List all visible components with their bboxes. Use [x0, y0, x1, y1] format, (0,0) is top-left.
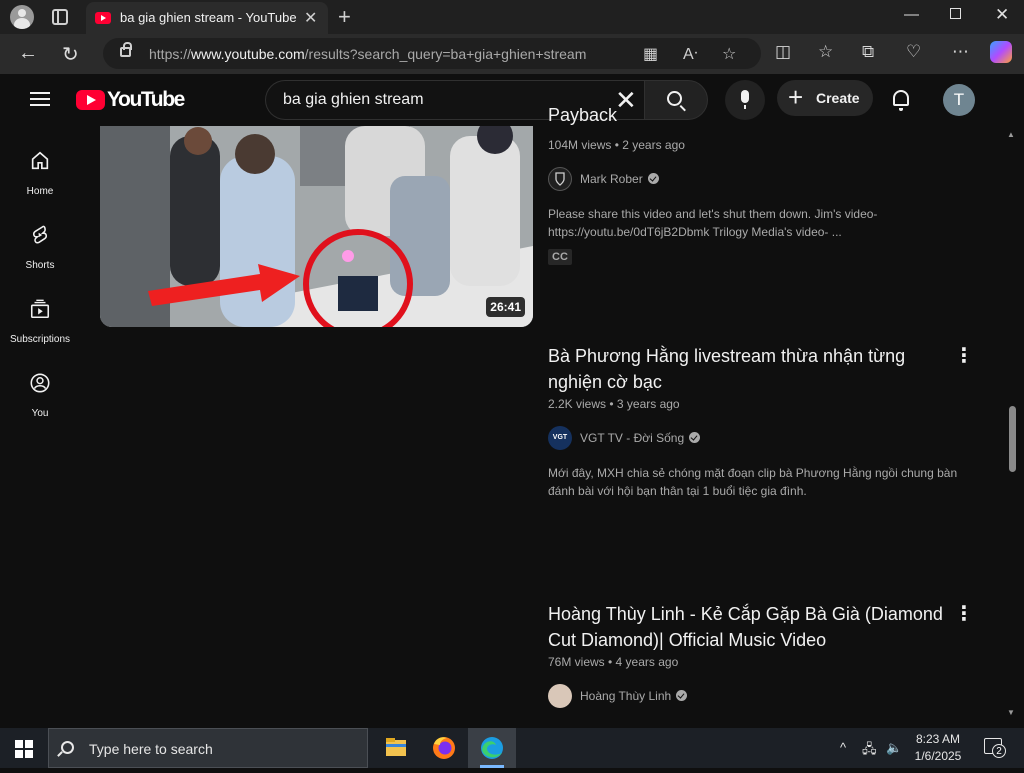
clock-time: 8:23 AM: [915, 732, 961, 746]
browser-tab-active[interactable]: ba gia ghien stream - YouTube ✕: [86, 2, 328, 34]
immersive-reader-icon[interactable]: ▦: [643, 44, 658, 64]
video-meta: 76M views • 4 years ago: [548, 655, 679, 669]
youtube-logo-icon[interactable]: [76, 90, 105, 110]
search-icon: [61, 741, 74, 754]
favorite-star-icon[interactable]: ☆: [722, 44, 736, 64]
more-actions-icon[interactable]: [954, 343, 974, 368]
channel-name[interactable]: Mark Rober: [580, 172, 659, 186]
restore-button[interactable]: [950, 8, 961, 19]
scroll-up-icon[interactable]: ▲: [1007, 130, 1015, 139]
video-meta: 2.2K views • 3 years ago: [548, 397, 680, 411]
scroll-down-icon[interactable]: ▼: [1007, 708, 1015, 717]
file-explorer-icon: [386, 738, 406, 756]
profile-icon[interactable]: [10, 5, 34, 29]
back-button[interactable]: ←: [18, 42, 38, 65]
video-description: Please share this video and let's shut t…: [548, 207, 878, 239]
browser-tab-strip: ba gia ghien stream - YouTube ✕ + — ✕: [0, 0, 1024, 34]
home-icon: [31, 151, 49, 170]
video-thumbnail[interactable]: 26:41: [100, 126, 533, 327]
channel-avatar[interactable]: [548, 684, 572, 708]
youtube-favicon-icon: [95, 12, 111, 24]
address-bar[interactable]: https://www.youtube.com/results?search_q…: [103, 38, 761, 69]
read-aloud-icon[interactable]: Aᐧ: [683, 44, 698, 64]
you-icon: [30, 373, 50, 393]
sidebar-item-label: Home: [26, 186, 54, 197]
plus-icon: +: [788, 82, 804, 112]
channel-name[interactable]: Hoàng Thùy Linh: [580, 689, 688, 703]
favorites-icon[interactable]: ☆: [818, 42, 833, 62]
create-label: Create: [816, 90, 860, 106]
video-title-partial[interactable]: Payback: [548, 108, 948, 128]
more-actions-icon[interactable]: [954, 601, 974, 626]
search-query[interactable]: ba gia ghien stream: [283, 91, 424, 109]
cc-badge: CC: [548, 249, 572, 265]
network-icon[interactable]: 🖧: [862, 740, 877, 762]
verified-badge-icon: [647, 173, 659, 184]
page-scrollbar[interactable]: ▲ ▼: [1005, 126, 1019, 724]
show-hidden-icons-icon[interactable]: ^: [840, 740, 846, 755]
windows-taskbar: Type here to search ^ 🖧 🔈 8:23 AM 1/6/20…: [0, 728, 1024, 768]
settings-more-icon[interactable]: ⋯: [952, 42, 969, 62]
youtube-logo-text[interactable]: YouTube: [107, 88, 185, 112]
menu-icon[interactable]: [30, 92, 50, 106]
subscriptions-icon: [30, 299, 50, 319]
verified-badge-icon: [676, 690, 688, 701]
notifications-bell-icon[interactable]: [893, 90, 909, 111]
scrollbar-thumb[interactable]: [1009, 406, 1016, 472]
guide-sidebar: Home Shorts Subscriptions You: [0, 126, 80, 724]
video-duration: 26:41: [486, 297, 525, 317]
lock-icon[interactable]: [120, 42, 132, 57]
edge-button[interactable]: [468, 728, 516, 768]
video-meta: 104M views • 2 years ago: [548, 138, 685, 152]
sidebar-item-shorts[interactable]: Shorts: [0, 220, 80, 290]
channel-name[interactable]: VGT TV - Đời Sống: [580, 431, 701, 445]
url-text[interactable]: https://www.youtube.com/results?search_q…: [149, 46, 586, 62]
sidebar-item-label: Subscriptions: [9, 334, 71, 345]
minimize-button[interactable]: —: [904, 6, 919, 23]
sidebar-item-you[interactable]: You: [0, 368, 80, 438]
search-icon: [667, 91, 682, 106]
thumbnail-image: [100, 126, 533, 327]
split-screen-icon[interactable]: ◫: [775, 42, 791, 62]
shield-icon: [555, 172, 565, 186]
file-explorer-button[interactable]: [372, 728, 420, 768]
shorts-icon: [32, 225, 48, 244]
taskbar-search-placeholder: Type here to search: [89, 741, 213, 757]
taskbar-search-input[interactable]: Type here to search: [48, 728, 368, 768]
new-tab-button[interactable]: +: [338, 4, 351, 30]
collections-icon[interactable]: ⧉: [862, 42, 874, 62]
channel-avatar[interactable]: [548, 167, 572, 191]
close-tab-icon[interactable]: ✕: [304, 8, 317, 28]
sidebar-item-home[interactable]: Home: [0, 146, 80, 216]
notification-count: 2: [992, 744, 1006, 758]
taskbar-clock[interactable]: 8:23 AM 1/6/2025: [906, 731, 970, 765]
notification-center-icon[interactable]: 2: [984, 738, 1006, 758]
volume-muted-icon[interactable]: 🔈: [886, 740, 902, 756]
video-description: Mới đây, MXH chia sẻ chóng mặt đoạn clip…: [548, 466, 958, 498]
browser-toolbar: ← ↻ https://www.youtube.com/results?sear…: [0, 34, 1024, 74]
close-window-button[interactable]: ✕: [995, 5, 1009, 25]
verified-badge-icon: [689, 432, 701, 443]
clock-date: 1/6/2025: [914, 749, 962, 763]
tab-actions-icon[interactable]: [52, 9, 68, 25]
video-title[interactable]: Bà Phương Hằng livestream thừa nhận từng…: [548, 343, 948, 395]
microphone-icon: [741, 90, 749, 109]
video-title[interactable]: Hoàng Thùy Linh - Kẻ Cắp Gặp Bà Già (Dia…: [548, 601, 948, 653]
copilot-icon[interactable]: [990, 41, 1012, 63]
tab-title: ba gia ghien stream - YouTube: [120, 10, 297, 25]
windows-start-icon[interactable]: [15, 740, 33, 758]
browser-essentials-icon[interactable]: ♡: [906, 42, 921, 62]
edge-icon: [481, 737, 503, 759]
sidebar-item-subscriptions[interactable]: Subscriptions: [0, 294, 80, 364]
refresh-button[interactable]: ↻: [62, 42, 79, 67]
firefox-button[interactable]: [420, 728, 468, 768]
firefox-icon: [433, 737, 455, 759]
channel-avatar[interactable]: VGT: [548, 426, 572, 450]
sidebar-item-label: Shorts: [25, 260, 55, 271]
sidebar-item-label: You: [31, 408, 49, 419]
